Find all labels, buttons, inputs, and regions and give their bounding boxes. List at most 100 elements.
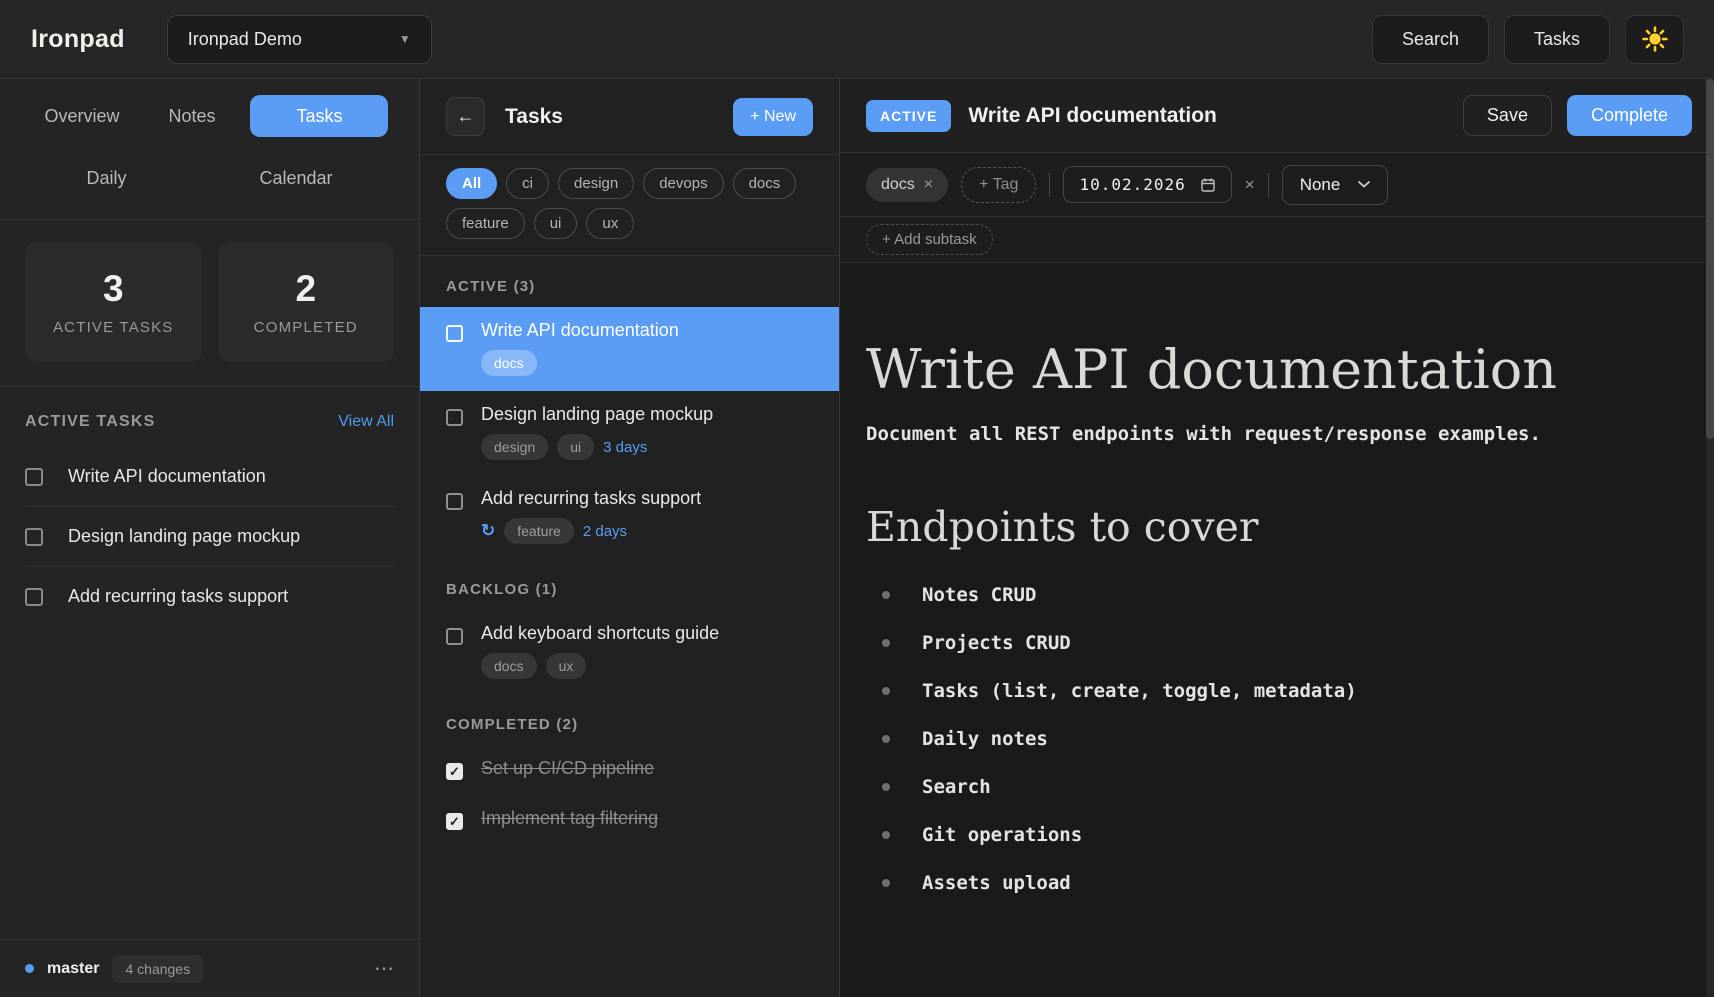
filter-feature[interactable]: feature — [446, 208, 525, 239]
ellipsis-icon[interactable]: ⋯ — [374, 956, 394, 981]
task-row[interactable]: ✓ Implement tag filtering — [420, 795, 839, 845]
tasks-button[interactable]: Tasks — [1504, 15, 1610, 64]
document-subheading: Endpoints to cover — [866, 503, 1668, 551]
task-row[interactable]: Write API documentation docs — [420, 307, 839, 391]
task-title: Add keyboard shortcuts guide — [481, 623, 719, 644]
vertical-scrollbar[interactable] — [1706, 79, 1714, 997]
task-checkbox-checked[interactable]: ✓ — [446, 813, 463, 830]
bullet-dot-icon — [882, 783, 890, 791]
list-item[interactable]: Design landing page mockup — [25, 507, 394, 567]
task-row[interactable]: Add recurring tasks support ↻ feature 2 … — [420, 475, 839, 559]
task-list-header: ← Tasks + New — [420, 79, 839, 155]
task-checkbox[interactable] — [25, 588, 43, 606]
bullet-item: Git operations — [866, 811, 1668, 859]
bullet-item: Projects CRUD — [866, 619, 1668, 667]
back-button[interactable]: ← — [446, 97, 485, 136]
section-label-completed: COMPLETED (2) — [420, 694, 839, 745]
add-subtask-button[interactable]: + Add subtask — [866, 224, 993, 255]
branch-dot-icon — [25, 964, 34, 973]
active-tasks-section: ACTIVE TASKS View All Write API document… — [0, 387, 419, 626]
task-title: Design landing page mockup — [481, 404, 713, 425]
bullet-item: Assets upload — [866, 859, 1668, 907]
separator — [1049, 173, 1050, 197]
tab-daily[interactable]: Daily — [72, 157, 140, 199]
new-task-button[interactable]: + New — [733, 98, 813, 136]
stat-card-active-tasks: 3 ACTIVE TASKS — [25, 242, 202, 362]
filter-docs[interactable]: docs — [733, 168, 797, 199]
tag-badge: design — [481, 434, 548, 460]
git-status-bar: master 4 changes ⋯ — [0, 939, 419, 997]
priority-select[interactable]: None — [1282, 165, 1389, 205]
task-row[interactable]: Add keyboard shortcuts guide docs ux — [420, 610, 839, 694]
task-checkbox[interactable] — [446, 325, 463, 342]
filter-ux[interactable]: ux — [586, 208, 634, 239]
bullet-dot-icon — [882, 591, 890, 599]
chevron-down-icon: ▼ — [399, 32, 411, 46]
list-item[interactable]: Add recurring tasks support — [25, 567, 394, 626]
save-button[interactable]: Save — [1463, 95, 1552, 136]
task-label: Write API documentation — [68, 466, 266, 487]
task-detail-panel: ACTIVE Write API documentation Save Comp… — [840, 79, 1714, 997]
changes-badge: 4 changes — [112, 955, 203, 983]
task-list-panel: ← Tasks + New All ci design devops docs … — [420, 79, 840, 997]
calendar-icon[interactable] — [1200, 177, 1216, 193]
document-bullet-list: Notes CRUD Projects CRUD Tasks (list, cr… — [866, 571, 1668, 907]
tab-overview[interactable]: Overview — [30, 95, 133, 137]
tag-badge: docs — [481, 653, 537, 679]
filter-ci[interactable]: ci — [506, 168, 549, 199]
clear-date-button[interactable]: × — [1245, 175, 1255, 195]
task-row[interactable]: ✓ Set up CI/CD pipeline — [420, 745, 839, 795]
task-checkbox[interactable] — [25, 528, 43, 546]
document-title: Write API documentation — [866, 338, 1668, 401]
tag-badge: docs — [481, 350, 537, 376]
scrollbar-thumb[interactable] — [1706, 79, 1714, 439]
section-label-backlog: BACKLOG (1) — [420, 559, 839, 610]
panel-title: Tasks — [505, 105, 563, 129]
tab-tasks[interactable]: Tasks — [250, 95, 388, 137]
close-icon[interactable]: × — [924, 176, 933, 194]
task-checkbox[interactable] — [446, 628, 463, 645]
view-all-link[interactable]: View All — [338, 413, 394, 431]
theme-toggle-button[interactable] — [1625, 15, 1684, 64]
task-row[interactable]: Design landing page mockup design ui 3 d… — [420, 391, 839, 475]
due-date-input[interactable]: 10.02.2026 — [1063, 166, 1231, 203]
tag-badge: ui — [557, 434, 594, 460]
bullet-dot-icon — [882, 879, 890, 887]
stat-card-completed: 2 COMPLETED — [218, 242, 395, 362]
due-date-value: 10.02.2026 — [1079, 175, 1185, 194]
complete-button[interactable]: Complete — [1567, 95, 1692, 136]
active-tasks-heading: ACTIVE TASKS — [25, 413, 156, 431]
filter-design[interactable]: design — [558, 168, 634, 199]
bullet-item: Notes CRUD — [866, 571, 1668, 619]
tab-calendar[interactable]: Calendar — [245, 157, 346, 199]
list-item[interactable]: Write API documentation — [25, 447, 394, 507]
search-button[interactable]: Search — [1372, 15, 1489, 64]
filter-devops[interactable]: devops — [643, 168, 723, 199]
task-label: Add recurring tasks support — [68, 586, 288, 607]
task-checkbox[interactable] — [25, 468, 43, 486]
status-badge: ACTIVE — [866, 100, 951, 132]
chevron-down-icon — [1358, 181, 1370, 188]
recurring-icon: ↻ — [481, 521, 495, 541]
task-checkbox[interactable] — [446, 493, 463, 510]
tag-chip-docs[interactable]: docs × — [866, 168, 948, 202]
task-label: Design landing page mockup — [68, 526, 300, 547]
priority-value: None — [1300, 175, 1341, 195]
detail-header: ACTIVE Write API documentation Save Comp… — [840, 79, 1714, 153]
filter-ui[interactable]: ui — [534, 208, 578, 239]
tab-notes[interactable]: Notes — [154, 95, 229, 137]
task-list: ACTIVE (3) Write API documentation docs … — [420, 256, 839, 845]
task-checkbox[interactable] — [446, 409, 463, 426]
add-tag-button[interactable]: + Tag — [961, 167, 1036, 203]
task-checkbox-checked[interactable]: ✓ — [446, 763, 463, 780]
project-selector[interactable]: Ironpad Demo ▼ — [167, 15, 432, 64]
subtask-bar: + Add subtask — [840, 217, 1714, 263]
app-logo: Ironpad — [31, 25, 125, 54]
bullet-dot-icon — [882, 639, 890, 647]
task-title: Implement tag filtering — [481, 808, 658, 829]
filter-all[interactable]: All — [446, 168, 497, 199]
project-selector-value: Ironpad Demo — [188, 29, 302, 50]
document-content[interactable]: Write API documentation Document all RES… — [840, 263, 1714, 907]
tag-badge: feature — [504, 518, 574, 544]
sidebar-tabs: Overview Notes Tasks Daily Calendar — [0, 79, 419, 220]
